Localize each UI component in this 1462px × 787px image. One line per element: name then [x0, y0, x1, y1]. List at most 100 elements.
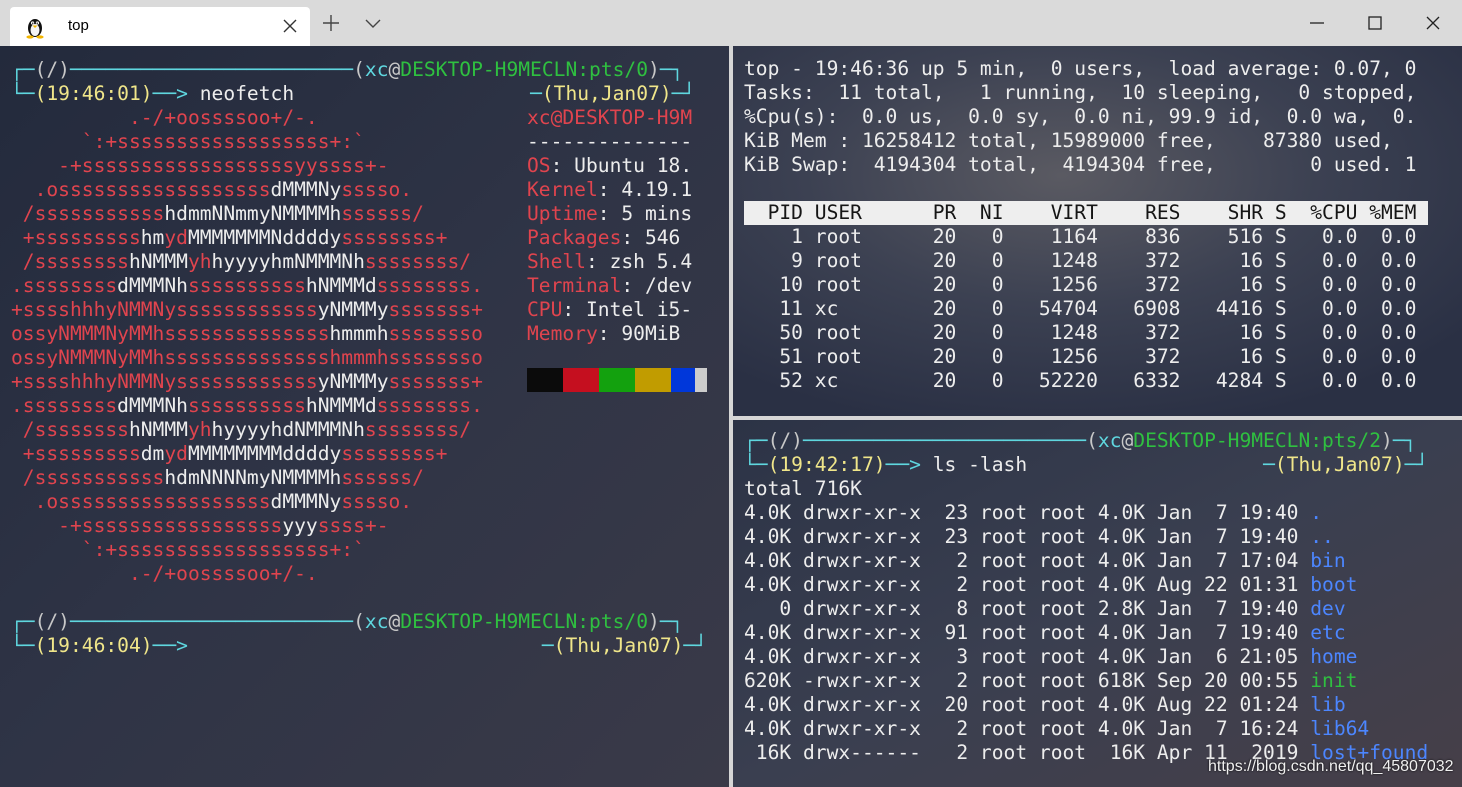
- process-row: 50 root 20 0 1248 372 16 S 0.0 0.0: [744, 321, 1417, 344]
- logo-segment: hNMMMd: [305, 274, 377, 297]
- linux-penguin-icon: [26, 19, 44, 39]
- info-key: Packages: [527, 226, 622, 249]
- logo-segment: ssssssss+: [341, 442, 448, 465]
- logo-segment: .ssssssss: [11, 394, 118, 417]
- info-value: : Ubuntu 18.: [550, 154, 693, 177]
- minimize-button[interactable]: [1288, 0, 1346, 46]
- logo-segment: ssssssssssssss: [164, 322, 330, 345]
- logo-segment: -+ssssssssssssssssssyyssss+-: [11, 154, 389, 177]
- ls-entry-name: init: [1310, 669, 1358, 692]
- info-line: OS: Ubuntu 18.: [527, 154, 692, 178]
- logo-segment: ssssssss/: [364, 418, 472, 441]
- ls-entry: 4.0K drwxr-xr-x 2 root root 4.0K Aug 22 …: [744, 573, 1428, 597]
- logo-segment: /ssssssss: [11, 250, 129, 273]
- neofetch-pane[interactable]: ┌─(/)────────────────────────(xc@DESKTOP…: [0, 46, 729, 787]
- info-value: : zsh 5.4: [585, 250, 693, 273]
- plus-icon[interactable]: [320, 12, 342, 34]
- process-row: 10 root 20 0 1256 372 16 S 0.0 0.0: [744, 273, 1417, 296]
- logo-segment: -+sssssssssssssssss: [11, 514, 283, 537]
- top-pane[interactable]: top - 19:46:36 up 5 min, 0 users, load a…: [733, 46, 1462, 416]
- logo-segment: ssssssss.: [376, 274, 483, 297]
- logo-segment: sssssss+: [388, 370, 483, 393]
- ls-entry: 0 drwxr-xr-x 8 root root 2.8K Jan 7 19:4…: [744, 597, 1428, 621]
- color-swatch: [563, 368, 599, 392]
- logo-segment: /sssssssssss: [11, 466, 165, 489]
- logo-segment: .ossssssssssssssssss: [11, 490, 271, 513]
- ls-entry-details: 0 drwxr-xr-x 8 root root 2.8K Jan 7 19:4…: [744, 597, 1311, 620]
- logo-segment: sssssssssssssshmmmh: [164, 346, 389, 369]
- tab-top[interactable]: top: [10, 7, 310, 46]
- logo-segment: ssssssssssss: [176, 298, 318, 321]
- info-key: Memory: [527, 322, 598, 345]
- tab-title: top: [68, 17, 89, 34]
- logo-segment: yNMMMy: [317, 370, 389, 393]
- ls-entry: 4.0K drwxr-xr-x 23 root root 4.0K Jan 7 …: [744, 501, 1428, 525]
- logo-segment: ssssssss+: [341, 226, 448, 249]
- ls-entry: 4.0K drwxr-xr-x 3 root root 4.0K Jan 6 2…: [744, 645, 1428, 669]
- logo-segment: +sssshhhyNMMNy: [11, 370, 177, 393]
- neofetch-info: xc@DESKTOP-H9M -------------- OS: Ubuntu 1…: [527, 106, 692, 346]
- top-header-text: PID USER PR NI VIRT RES SHR S %CPU %MEM: [744, 201, 1417, 224]
- title-bar: top: [0, 0, 1462, 46]
- info-key: Terminal: [527, 274, 622, 297]
- logo-line: +sssssssssdmydMMMMMMMMddddyssssssss+: [11, 442, 707, 466]
- logo-segment: .ssssssss: [11, 274, 118, 297]
- close-tab-icon[interactable]: [280, 16, 300, 36]
- logo-line: .ossssssssssssssssssdMMMNysssso.: [11, 490, 707, 514]
- ls-entry-name: dev: [1310, 597, 1346, 620]
- ls-entry-name: boot: [1310, 573, 1358, 596]
- logo-segment: hm: [140, 226, 165, 249]
- logo-segment: yyy: [282, 514, 318, 537]
- ls-entry-name: .: [1310, 501, 1323, 524]
- logo-segment: dm: [140, 442, 165, 465]
- logo-segment: ssssss/: [341, 466, 424, 489]
- top-summary-line: %Cpu(s): 0.0 us, 0.0 sy, 0.0 ni, 99.9 id…: [744, 105, 1417, 128]
- info-value: : 546: [621, 226, 681, 249]
- chevron-down-icon[interactable]: [362, 12, 384, 34]
- info-value: : 5 mins: [597, 202, 693, 225]
- logo-segment: dMMMNh: [117, 394, 188, 417]
- info-key: Uptime: [527, 202, 598, 225]
- close-window-button[interactable]: [1404, 0, 1462, 46]
- logo-segment: ssssss/: [341, 202, 424, 225]
- maximize-button[interactable]: [1346, 0, 1404, 46]
- watermark: https://blog.csdn.net/qq_45807032: [1208, 758, 1454, 775]
- logo-line: -+sssssssssssssssssyyyssss+-: [11, 514, 707, 538]
- ls-entry-details: 4.0K drwxr-xr-x 2 root root 4.0K Aug 22 …: [744, 573, 1311, 596]
- logo-segment: sssssss+: [388, 298, 483, 321]
- minimize-icon: [1310, 22, 1324, 24]
- info-line: Shell: zsh 5.4: [527, 250, 692, 274]
- info-line: CPU: Intel i5-: [527, 298, 692, 322]
- ls-entry-name: lib64: [1310, 717, 1370, 740]
- info-value: : Intel i5-: [562, 298, 693, 321]
- ls-entry-details: 4.0K drwxr-xr-x 3 root root 4.0K Jan 6 2…: [744, 645, 1311, 668]
- logo-segment: ssssssssss: [187, 394, 306, 417]
- ls-entry-name: bin: [1310, 549, 1346, 572]
- ls-pane[interactable]: ┌─(/)────────────────────────(xc@DESKTOP…: [733, 420, 1462, 787]
- logo-segment: hNMMM: [128, 250, 188, 273]
- logo-segment: +sssshhhyNMMNy: [11, 298, 177, 321]
- info-value: : /dev: [621, 274, 693, 297]
- ls-entry: 4.0K drwxr-xr-x 91 root root 4.0K Jan 7 …: [744, 621, 1428, 645]
- terminal-output-ls: ┌─(/)────────────────────────(xc@DESKTOP…: [744, 429, 1429, 764]
- info-separator: --------------: [527, 130, 693, 153]
- ls-entry: 4.0K drwxr-xr-x 20 root root 4.0K Aug 22…: [744, 693, 1428, 717]
- logo-segment: ssss+-: [317, 514, 389, 537]
- logo-segment: ssssssssss: [187, 274, 306, 297]
- logo-line: `:+ssssssssssssssssss+:`: [11, 538, 707, 562]
- logo-segment: ssssssss.: [376, 394, 483, 417]
- info-userhost: xc@DESKTOP-H9M: [527, 106, 693, 129]
- ls-entry-name: ..: [1310, 525, 1334, 548]
- logo-segment: yd: [164, 226, 188, 249]
- process-row: 51 root 20 0 1256 372 16 S 0.0 0.0: [744, 345, 1417, 368]
- ls-entry-details: 4.0K drwxr-xr-x 23 root root 4.0K Jan 7 …: [744, 525, 1311, 548]
- process-row: 1 root 20 0 1164 836 516 S 0.0 0.0: [744, 225, 1417, 248]
- logo-segment: dMMMNy: [270, 490, 342, 513]
- maximize-icon: [1368, 16, 1382, 30]
- logo-line: .ssssssssdMMMNhsssssssssshNMMMdssssssss.: [11, 394, 707, 418]
- logo-segment: dMMMNy: [270, 178, 342, 201]
- logo-segment: hmmmh: [329, 322, 389, 345]
- logo-segment: ossyNMMMNyMMh: [11, 346, 165, 369]
- logo-segment: ossyNMMMNyMMh: [11, 322, 165, 345]
- ls-entry: 4.0K drwxr-xr-x 2 root root 4.0K Jan 7 1…: [744, 717, 1428, 741]
